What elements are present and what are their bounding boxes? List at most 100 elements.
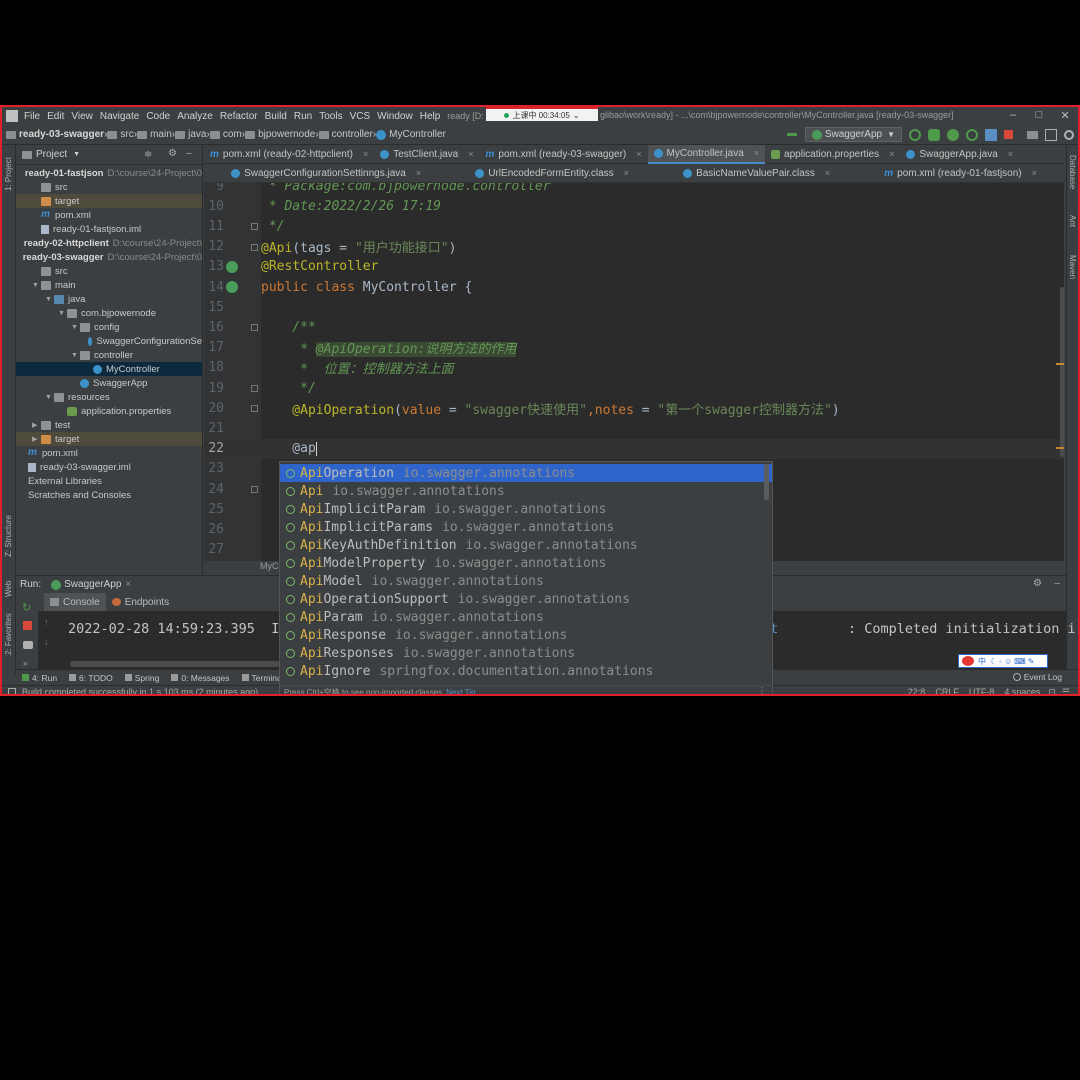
editor-scrollbar[interactable] <box>1060 287 1064 457</box>
layout-icon[interactable] <box>1045 128 1057 141</box>
recording-overlay[interactable]: 上课中 00:34:05 ⌄ <box>486 107 598 121</box>
close-tab-icon[interactable]: × <box>825 168 830 178</box>
completion-item[interactable]: Api Operation io.swagger.annotations <box>280 464 772 482</box>
fold-marker-icon[interactable] <box>251 243 258 251</box>
rerun-icon[interactable]: ↻ <box>22 601 31 614</box>
menu-tools[interactable]: Tools <box>319 111 342 122</box>
menu-run[interactable]: Run <box>294 111 312 122</box>
debug-icon[interactable] <box>928 128 940 141</box>
breadcrumb-item[interactable]: src <box>107 129 134 140</box>
tree-item[interactable]: ▶ test <box>16 418 202 432</box>
menu-navigate[interactable]: Navigate <box>100 111 139 122</box>
tree-item[interactable]: ▼ config <box>16 320 202 334</box>
tree-item[interactable]: ▶ target <box>16 432 202 446</box>
expand-arrow-icon[interactable]: ▼ <box>58 310 67 317</box>
expand-arrow-icon[interactable]: ▶ <box>32 421 41 429</box>
menu-vcs[interactable]: VCS <box>350 111 371 122</box>
next-tip-link[interactable]: Next Tip <box>446 688 475 695</box>
run-config-select[interactable]: SwaggerApp ▼ <box>804 127 902 142</box>
hide-panel-icon[interactable]: – <box>186 148 192 159</box>
tool-windows-icon[interactable] <box>8 688 16 694</box>
breadcrumb-item[interactable]: com <box>209 129 242 140</box>
tree-item[interactable]: SwaggerApp <box>16 376 202 390</box>
tree-item[interactable]: ready-03-swagger.iml <box>16 460 202 474</box>
camera-icon[interactable] <box>23 641 33 649</box>
close-tab-icon[interactable]: × <box>363 149 368 159</box>
close-tab-icon[interactable]: × <box>889 149 894 159</box>
lock-icon[interactable]: ⊡ <box>1048 687 1056 695</box>
fold-marker-icon[interactable] <box>251 405 258 413</box>
editor-tab[interactable]: SwaggerConfigurationSettinngs.java × <box>225 164 427 183</box>
completion-item[interactable]: Api Model io.swagger.annotations <box>280 572 772 590</box>
tree-item[interactable]: ready-03-swagger D:\course\24-Project\0 <box>16 250 202 264</box>
bottom-tool-run[interactable]: 4: Run <box>22 673 57 683</box>
build-hammer-icon[interactable] <box>786 133 797 136</box>
menu-view[interactable]: View <box>71 111 93 122</box>
bottom-tool-spring[interactable]: Spring <box>124 673 159 683</box>
project-tool-tab[interactable]: 1: Project <box>4 157 13 191</box>
breadcrumb-item[interactable]: controller <box>318 129 373 140</box>
tree-item[interactable]: ready-01-fastjson D:\course\24-Project\0 <box>16 166 202 180</box>
tree-item[interactable]: application.properties <box>16 404 202 418</box>
ime-indicator[interactable]: 中 ☾◦☺⌨✎ <box>958 654 1048 668</box>
spring-bean-icon[interactable] <box>226 260 238 273</box>
completion-scrollbar[interactable] <box>764 464 769 500</box>
menu-analyze[interactable]: Analyze <box>177 111 213 122</box>
stop-icon[interactable] <box>1004 130 1013 139</box>
tree-item[interactable]: ▼ main <box>16 278 202 292</box>
expand-arrow-icon[interactable]: ▼ <box>45 394 54 401</box>
menu-file[interactable]: File <box>24 111 40 122</box>
editor-tab[interactable]: m pom.xml (ready-01-fastjson) × <box>878 164 1043 183</box>
minimize-button[interactable]: – <box>1000 109 1026 121</box>
rerun-icon[interactable] <box>909 128 921 141</box>
run-config-tab[interactable]: SwaggerApp <box>64 579 121 590</box>
tree-item[interactable]: ▼ resources <box>16 390 202 404</box>
breadcrumb-item[interactable]: java <box>175 129 206 140</box>
favorites-tool-tab[interactable]: 2: Favorites <box>4 613 13 655</box>
close-tab-icon[interactable]: × <box>754 148 759 158</box>
breadcrumb-item[interactable]: bjpowernode <box>245 129 315 140</box>
tree-item[interactable]: ready-01-fastjson.iml <box>16 222 202 236</box>
breadcrumb-item[interactable]: MyController <box>376 129 446 140</box>
expand-arrow-icon[interactable]: ▼ <box>71 352 80 359</box>
scroll-down-icon[interactable]: ↓ <box>44 637 49 647</box>
profile-icon[interactable] <box>966 128 978 141</box>
expand-icon[interactable]: » <box>23 659 27 668</box>
expand-arrow-icon[interactable]: ▼ <box>45 296 54 303</box>
editor-tab[interactable]: SwaggerApp.java × <box>900 145 1019 164</box>
editor-tab[interactable]: m pom.xml (ready-02-httpclient) × <box>204 145 374 164</box>
editor-tab[interactable]: TestClient.java × <box>374 145 479 164</box>
event-log-button[interactable]: Event Log <box>1012 672 1062 682</box>
gear-icon[interactable]: ⚙ <box>1033 578 1042 589</box>
expand-arrow-icon[interactable]: ▼ <box>32 282 41 289</box>
editor-breadcrumb-bottom[interactable]: MyC <box>260 561 279 571</box>
completion-item[interactable]: Api Responses io.swagger.annotations <box>280 644 772 662</box>
fold-marker-icon[interactable] <box>251 324 258 332</box>
bottom-tool-terminal[interactable]: Termina <box>241 673 282 683</box>
tree-item[interactable]: m pom.xml <box>16 446 202 460</box>
menu-help[interactable]: Help <box>420 111 441 122</box>
close-tab-icon[interactable]: × <box>1032 168 1037 178</box>
maximize-button[interactable]: □ <box>1026 109 1052 121</box>
tree-item[interactable]: ▼ com.bjpowernode <box>16 306 202 320</box>
fold-marker-icon[interactable] <box>251 223 258 231</box>
completion-item[interactable]: Api OperationSupport io.swagger.annotation… <box>280 590 772 608</box>
bottom-tool-todo[interactable]: 6: TODO <box>69 673 113 683</box>
scroll-up-icon[interactable]: ↑ <box>44 617 49 627</box>
close-tab-icon[interactable]: × <box>624 168 629 178</box>
gear-icon[interactable]: ⚙ <box>168 148 177 159</box>
attach-icon[interactable] <box>985 128 997 141</box>
completion-item[interactable]: Api ImplicitParam io.swagger.annotations <box>280 500 772 518</box>
hide-panel-icon[interactable]: – <box>1054 578 1060 589</box>
endpoints-tab[interactable]: Endpoints <box>106 593 175 611</box>
database-tool-tab[interactable]: Database <box>1068 155 1077 189</box>
completion-item[interactable]: Api Response io.swagger.annotations <box>280 626 772 644</box>
console-scrollbar[interactable] <box>70 661 280 667</box>
tree-item[interactable]: ▼ controller <box>16 348 202 362</box>
close-tab-icon[interactable]: × <box>416 168 421 178</box>
web-tool-tab[interactable]: Web <box>4 581 13 597</box>
menu-window[interactable]: Window <box>377 111 413 122</box>
breadcrumb-item[interactable]: ready-03-swagger <box>6 129 104 140</box>
expand-arrow-icon[interactable]: ▼ <box>71 324 80 331</box>
breadcrumb-item[interactable]: main <box>137 129 172 140</box>
